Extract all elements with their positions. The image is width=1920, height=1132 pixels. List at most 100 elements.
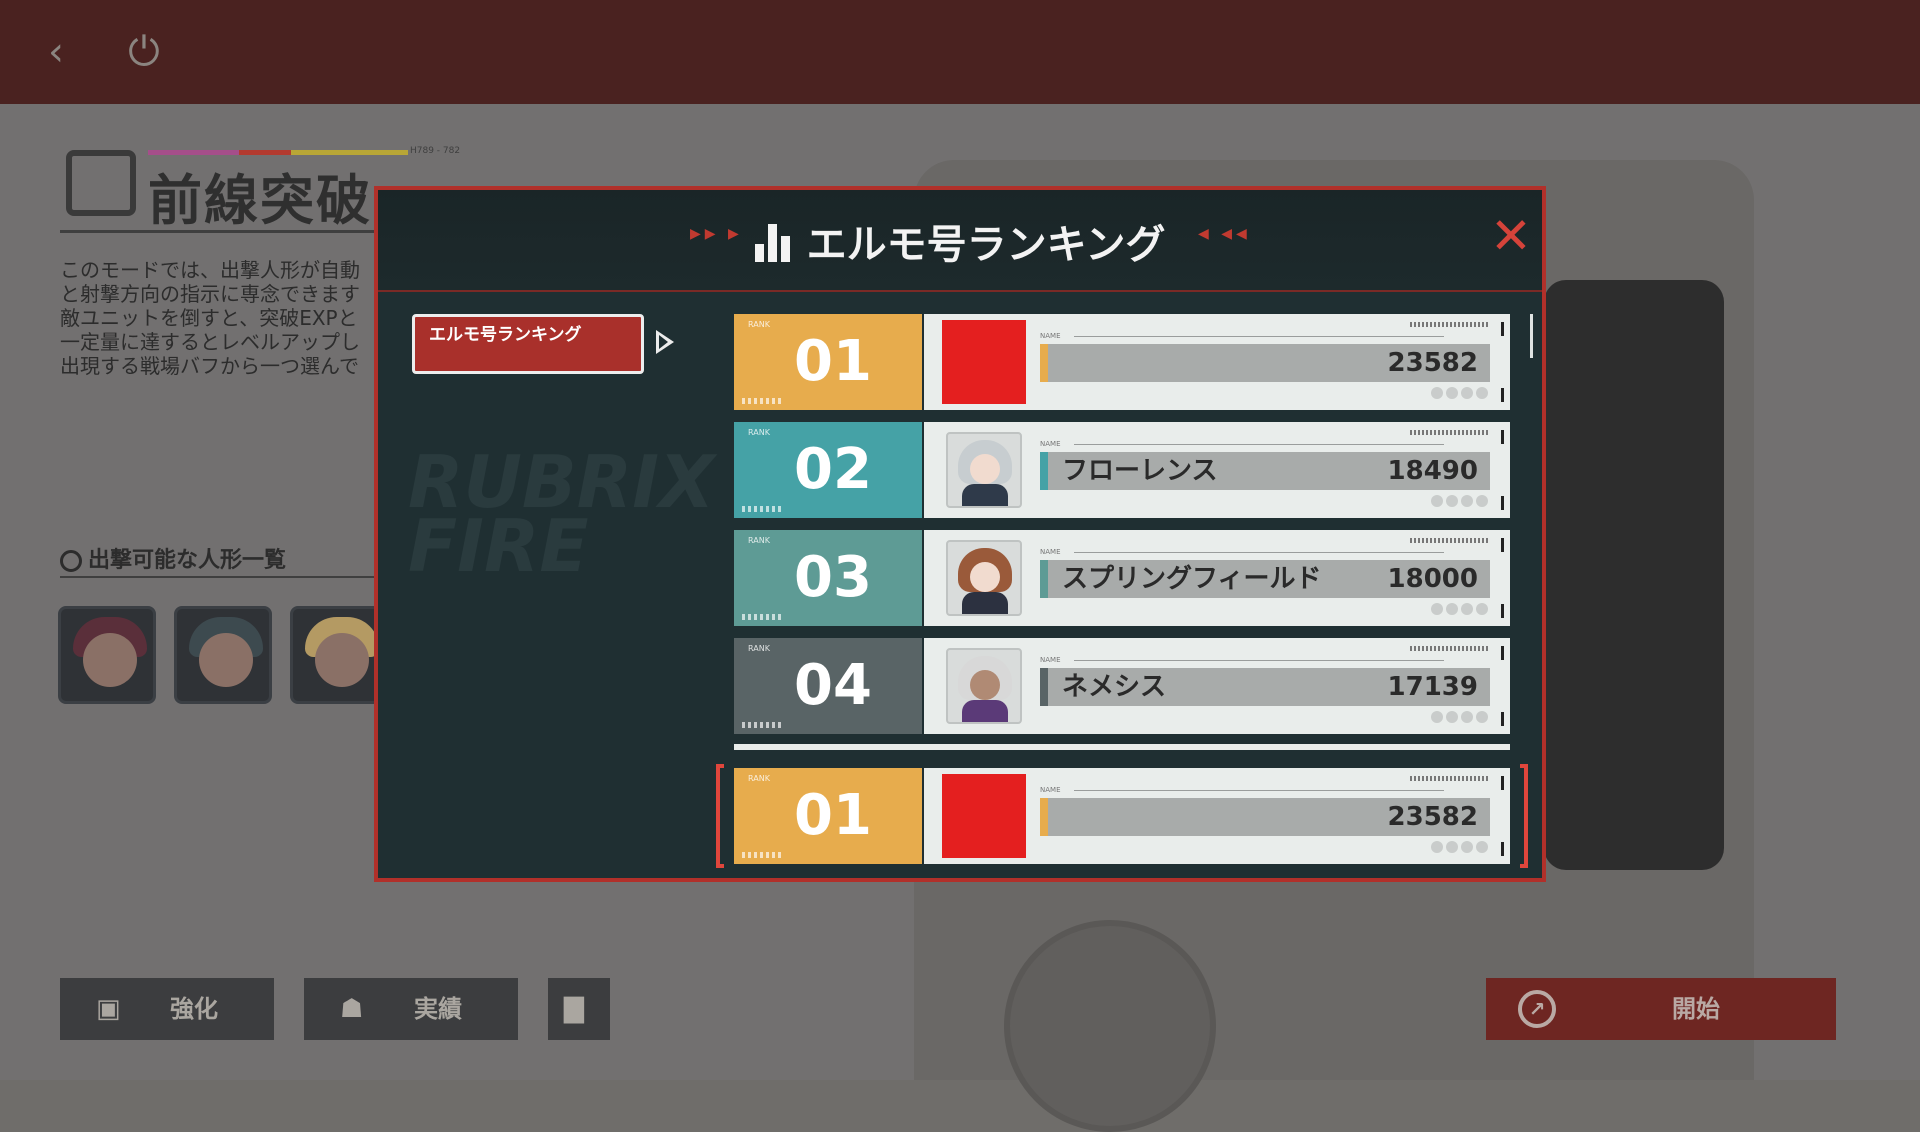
description-line: このモードでは、出撃人形が自動 — [60, 258, 360, 282]
doll-list-title: 出撃可能な人形一覧 — [60, 542, 286, 574]
rank-badge: RANK 03 — [734, 530, 922, 626]
player-score: 23582 — [1387, 802, 1478, 832]
name-score-bar: フローレンス 18490 — [1040, 452, 1490, 490]
barcode-decoration — [1410, 776, 1490, 781]
player-name: ネメシス — [1062, 672, 1167, 702]
barcode-decoration — [1410, 430, 1490, 435]
list-bottom-edge — [734, 744, 1510, 750]
bar-chart-icon: ▇ — [564, 994, 584, 1024]
check-circle-icon — [60, 550, 82, 572]
mode-colorbar — [148, 150, 408, 155]
mode-header: H789 - 782 前線突破 — [60, 146, 460, 233]
rank-info: NAME 23582 — [924, 314, 1510, 410]
name-tag: NAME — [1040, 440, 1061, 448]
doll-portrait[interactable] — [174, 606, 272, 704]
name-score-bar: 23582 — [1040, 798, 1490, 836]
player-avatar — [942, 774, 1026, 858]
enhance-button[interactable]: ▣ 強化 — [60, 978, 274, 1040]
rank-info: NAME 23582 — [924, 768, 1510, 864]
doll-portrait[interactable] — [58, 606, 156, 704]
status-dots — [1428, 708, 1488, 727]
modal-title-text: エルモ号ランキング — [806, 222, 1166, 268]
mode-divider — [60, 230, 380, 233]
rank-number: 01 — [794, 329, 872, 394]
rank-number: 04 — [794, 653, 872, 718]
status-dots — [1428, 492, 1488, 511]
player-score: 18000 — [1387, 564, 1478, 594]
close-button[interactable]: ✕ — [1488, 211, 1534, 261]
rank-tag: RANK — [748, 428, 770, 437]
console-dpad — [1004, 920, 1216, 1132]
rank-number: 02 — [794, 437, 872, 502]
player-avatar — [942, 320, 1026, 404]
rank-tag: RANK — [748, 774, 770, 783]
florence-avatar — [946, 432, 1022, 508]
barcode-decoration — [1410, 646, 1490, 651]
trophy-icon: ☗ — [340, 994, 364, 1024]
description-line: と射撃方向の指示に専念できます — [60, 282, 360, 306]
rank-badge: RANK 04 — [734, 638, 922, 734]
bracket-left — [716, 764, 724, 868]
player-score: 18490 — [1387, 456, 1478, 486]
mode-description: このモードでは、出撃人形が自動 と射撃方向の指示に専念できます 敵ユニットを倒す… — [60, 258, 380, 378]
top-bar: ‹ ⏻ — [0, 0, 1920, 104]
ranking-row: RANK 03 NAME スプリングフィールド 18000 — [734, 530, 1510, 626]
name-tag: NAME — [1040, 548, 1061, 556]
rank-number: 01 — [794, 783, 872, 848]
rank-tag: RANK — [748, 536, 770, 545]
achievements-button[interactable]: ☗ 実績 — [304, 978, 518, 1040]
rank-badge: RANK 01 — [734, 768, 922, 864]
name-score-bar: 23582 — [1040, 344, 1490, 382]
name-tag: NAME — [1040, 656, 1061, 664]
description-line: 出現する戦場バフから一つ選んで — [60, 354, 359, 378]
status-dots — [1428, 384, 1488, 403]
mode-logo-icon — [66, 150, 136, 216]
bracket-right — [1520, 764, 1528, 868]
ranking-button[interactable]: ▇ — [548, 978, 610, 1040]
rank-badge: RANK 02 — [734, 422, 922, 518]
barcode-decoration — [1410, 538, 1490, 543]
ranking-row: RANK 04 NAME ネメシス 17139 — [734, 638, 1510, 734]
rank-tag: RANK — [748, 644, 770, 653]
description-line: 敵ユニットを倒すと、突破EXPと — [60, 306, 358, 330]
my-ranking-row: RANK 01 NAME 23582 — [734, 768, 1510, 864]
rank-tag: RANK — [748, 320, 770, 329]
player-score: 17139 — [1387, 672, 1478, 702]
rank-badge: RANK 01 — [734, 314, 922, 410]
barcode-decoration — [1410, 322, 1490, 327]
achievements-label: 実績 — [414, 995, 462, 1023]
ranking-row: RANK 01 NAME 23582 — [734, 314, 1510, 410]
name-tag: NAME — [1040, 786, 1061, 794]
rank-info: NAME ネメシス 17139 — [924, 638, 1510, 734]
start-label: 開始 — [1672, 995, 1720, 1023]
name-score-bar: ネメシス 17139 — [1040, 668, 1490, 706]
description-line: 一定量に達するとレベルアップし — [60, 330, 360, 354]
nemesis-avatar — [946, 648, 1022, 724]
status-dots — [1428, 600, 1488, 619]
rank-info: NAME スプリングフィールド 18000 — [924, 530, 1510, 626]
enhance-icon: ▣ — [96, 994, 121, 1024]
player-name: フローレンス — [1062, 456, 1218, 486]
rubrix-fire-watermark: RUBRIX FIRE — [408, 446, 715, 750]
rank-number: 03 — [794, 545, 872, 610]
console-screen — [1544, 280, 1724, 870]
rank-info: NAME フローレンス 18490 — [924, 422, 1510, 518]
player-name: スプリングフィールド — [1062, 564, 1322, 594]
player-score: 23582 — [1387, 348, 1478, 378]
modal-title: エルモ号ランキング — [378, 212, 1542, 270]
back-chevron-icon[interactable]: ‹ — [28, 28, 84, 76]
modal-header: ▶▶ ▶ エルモ号ランキング ◀ ◀◀ ✕ — [378, 190, 1542, 292]
name-tag: NAME — [1040, 332, 1061, 340]
list-scrollbar[interactable] — [1530, 314, 1533, 358]
play-arrow-icon — [656, 330, 674, 354]
enhance-label: 強化 — [170, 995, 218, 1023]
tab-elmo-ranking[interactable]: エルモ号ランキング — [412, 314, 644, 374]
doll-list-divider — [60, 576, 380, 578]
start-icon: ↗ — [1518, 990, 1556, 1028]
arrows-right-icon: ◀ ◀◀ — [1198, 226, 1251, 242]
bar-chart-icon — [754, 224, 793, 262]
power-icon[interactable]: ⏻ — [116, 28, 172, 76]
start-button[interactable]: ↗ 開始 — [1486, 978, 1836, 1040]
mode-code: H789 - 782 — [410, 146, 461, 156]
name-score-bar: スプリングフィールド 18000 — [1040, 560, 1490, 598]
